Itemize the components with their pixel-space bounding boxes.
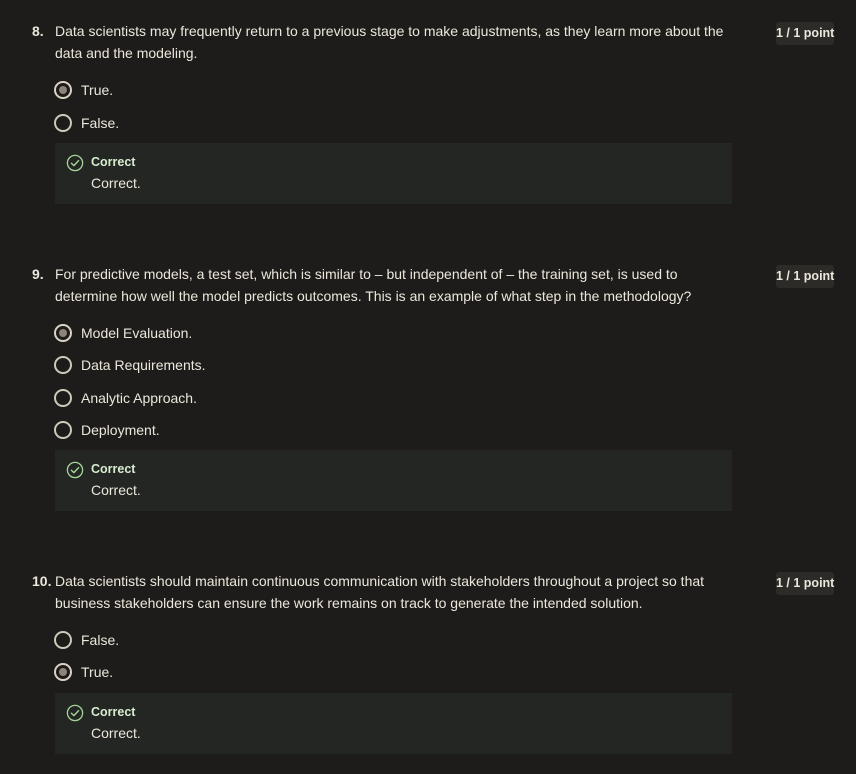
option-false[interactable]: False. bbox=[54, 113, 119, 133]
radio-selected-icon[interactable] bbox=[54, 663, 72, 681]
radio-icon[interactable] bbox=[54, 114, 72, 132]
question-text: For predictive models, a test set, which… bbox=[55, 266, 692, 304]
feedback-title: Correct bbox=[91, 705, 136, 719]
option-label: True. bbox=[81, 664, 114, 680]
option-label: Deployment. bbox=[81, 422, 160, 438]
feedback-box: Correct Correct. bbox=[55, 450, 732, 511]
check-circle-icon bbox=[66, 154, 84, 172]
option-label: Model Evaluation. bbox=[81, 325, 193, 341]
option-label: Analytic Approach. bbox=[81, 390, 197, 406]
radio-icon[interactable] bbox=[54, 356, 72, 374]
radio-icon[interactable] bbox=[54, 389, 72, 407]
option-label: False. bbox=[81, 115, 120, 131]
option-model-evaluation[interactable]: Model Evaluation. bbox=[54, 323, 192, 343]
question-number: 10. bbox=[32, 573, 52, 589]
points-badge: 1 / 1 point bbox=[776, 22, 834, 45]
radio-selected-icon[interactable] bbox=[54, 324, 72, 342]
option-label: Data Requirements. bbox=[81, 357, 206, 373]
points-badge: 1 / 1 point bbox=[776, 572, 834, 595]
points-badge: 1 / 1 point bbox=[776, 265, 834, 288]
check-circle-icon bbox=[66, 704, 84, 722]
feedback-text: Correct. bbox=[91, 175, 141, 191]
option-analytic-approach[interactable]: Analytic Approach. bbox=[54, 388, 197, 408]
feedback-title: Correct bbox=[91, 155, 136, 169]
feedback-box: Correct Correct. bbox=[55, 143, 732, 204]
option-true[interactable]: True. bbox=[54, 80, 113, 100]
feedback-title: Correct bbox=[91, 462, 136, 476]
question-number: 9. bbox=[32, 266, 44, 282]
radio-icon[interactable] bbox=[54, 421, 72, 439]
feedback-text: Correct. bbox=[91, 725, 141, 741]
question-text: Data scientists should maintain continuo… bbox=[55, 573, 705, 611]
radio-icon[interactable] bbox=[54, 631, 72, 649]
feedback-box: Correct Correct. bbox=[55, 693, 732, 754]
option-data-requirements[interactable]: Data Requirements. bbox=[54, 355, 206, 375]
option-label: True. bbox=[81, 82, 114, 98]
option-false[interactable]: False. bbox=[54, 630, 119, 650]
radio-selected-icon[interactable] bbox=[54, 81, 72, 99]
question-text: Data scientists may frequently return to… bbox=[55, 23, 724, 61]
option-deployment[interactable]: Deployment. bbox=[54, 420, 160, 440]
option-label: False. bbox=[81, 632, 120, 648]
question-number: 8. bbox=[32, 23, 44, 39]
feedback-text: Correct. bbox=[91, 482, 141, 498]
check-circle-icon bbox=[66, 461, 84, 479]
option-true[interactable]: True. bbox=[54, 662, 113, 682]
